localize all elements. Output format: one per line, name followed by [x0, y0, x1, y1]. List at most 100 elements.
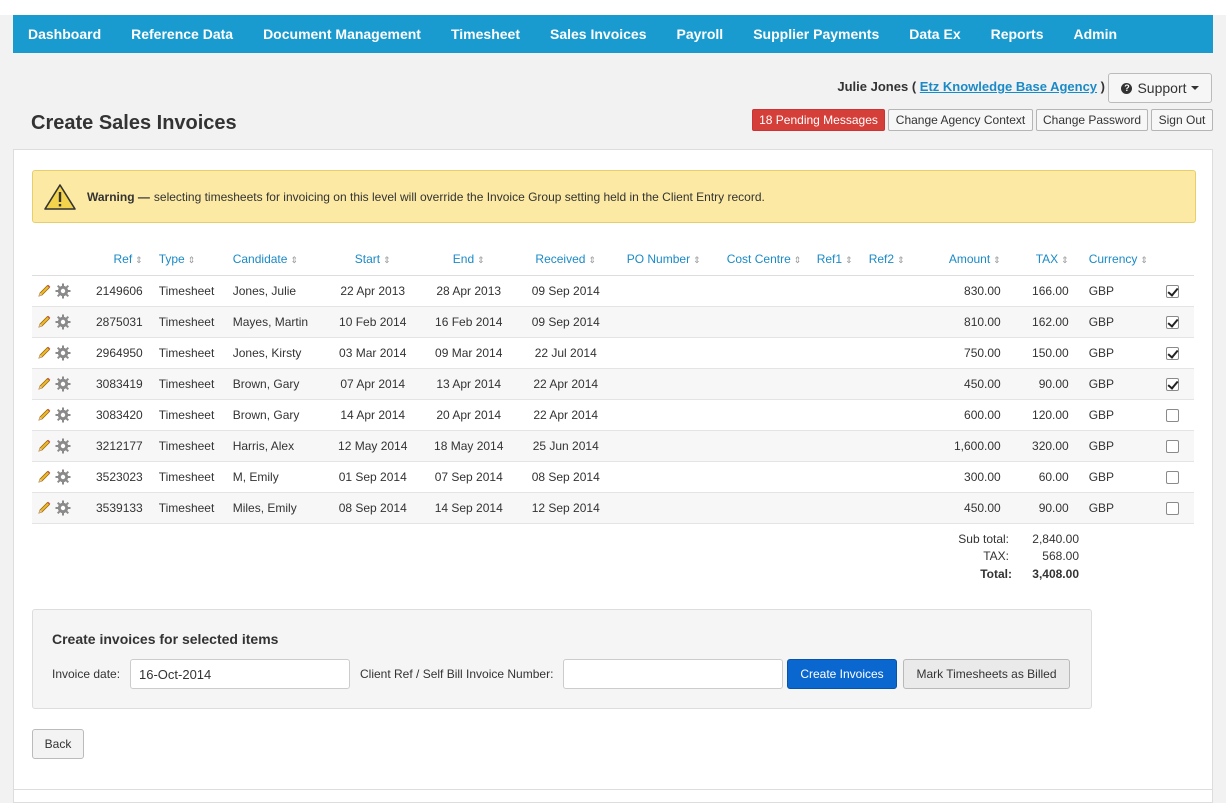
cell-amount: 750.00 [916, 337, 1005, 369]
select-checkbox[interactable] [1166, 315, 1180, 329]
cell-select [1151, 275, 1194, 307]
gear-icon[interactable] [54, 406, 72, 424]
cell-candidate: Harris, Alex [228, 430, 325, 462]
nav-reference-data[interactable]: Reference Data [131, 26, 233, 42]
change-agency-context-button[interactable]: Change Agency Context [888, 109, 1033, 131]
close-paren: ) [1100, 79, 1105, 94]
nav-data-ex[interactable]: Data Ex [909, 26, 960, 42]
sort-icon: ⇕ [588, 254, 596, 265]
col-ref1[interactable]: Ref1 ⇕ [812, 243, 865, 276]
cell-type: Timesheet [146, 399, 229, 431]
table-row: 3212177 Timesheet Harris, Alex 12 May 2014 1… [32, 430, 1194, 462]
subtotal-label: Sub total: [958, 532, 1009, 546]
select-checkbox[interactable] [1166, 408, 1180, 422]
pencil-icon[interactable] [36, 283, 52, 299]
gear-icon[interactable] [54, 375, 72, 393]
cell-ref1 [812, 337, 865, 369]
cell-start: 07 Apr 2014 [324, 368, 421, 400]
cell-currency: GBP [1072, 492, 1152, 524]
cell-ref1 [812, 430, 865, 462]
cell-ref1 [812, 461, 865, 493]
col-cost-centre[interactable]: Cost Centre ⇕ [714, 243, 813, 276]
cell-ref2 [864, 337, 917, 369]
cell-end: 28 Apr 2013 [420, 275, 517, 307]
change-password-button[interactable]: Change Password [1036, 109, 1148, 131]
grand-total-value: 3,408.00 [1032, 567, 1079, 581]
table-row: 3539133 Timesheet Miles, Emily 08 Sep 2014 1… [32, 492, 1194, 524]
col-ref[interactable]: Ref ⇕ [92, 243, 147, 276]
sort-icon: ⇕ [1061, 254, 1069, 265]
gear-icon[interactable] [54, 468, 72, 486]
select-checkbox[interactable] [1166, 377, 1180, 391]
pending-messages-button[interactable]: 18 Pending Messages [752, 109, 885, 131]
col-po-number[interactable]: PO Number ⇕ [614, 243, 715, 276]
pencil-icon[interactable] [36, 438, 52, 454]
cell-ref: 2875031 [92, 306, 147, 338]
invoice-date-input[interactable] [130, 659, 350, 689]
pencil-icon[interactable] [36, 314, 52, 330]
cell-cost-centre [714, 430, 813, 462]
create-invoices-button[interactable]: Create Invoices [787, 659, 897, 689]
cell-received: 12 Sep 2014 [516, 492, 615, 524]
cell-tax: 60.00 [1004, 461, 1073, 493]
nav-supplier-payments[interactable]: Supplier Payments [753, 26, 879, 42]
select-checkbox[interactable] [1166, 470, 1180, 484]
cell-select [1151, 492, 1194, 524]
nav-admin[interactable]: Admin [1074, 26, 1118, 42]
cell-ref1 [812, 368, 865, 400]
client-ref-input[interactable] [563, 659, 783, 689]
open-paren: ( [911, 79, 917, 94]
main-nav: Dashboard Reference Data Document Manage… [13, 15, 1213, 53]
nav-payroll[interactable]: Payroll [677, 26, 724, 42]
pencil-icon[interactable] [36, 376, 52, 392]
nav-timesheet[interactable]: Timesheet [451, 26, 520, 42]
agency-link[interactable]: Etz Knowledge Base Agency [920, 79, 1097, 94]
gear-icon[interactable] [54, 344, 72, 362]
cell-tax: 162.00 [1004, 306, 1073, 338]
pencil-icon[interactable] [36, 500, 52, 516]
cell-select [1151, 337, 1194, 369]
pencil-icon[interactable] [36, 345, 52, 361]
support-button[interactable]: ? Support [1108, 73, 1212, 103]
select-checkbox[interactable] [1166, 439, 1180, 453]
mark-billed-button[interactable]: Mark Timesheets as Billed [903, 659, 1070, 689]
cell-type: Timesheet [146, 492, 229, 524]
select-checkbox[interactable] [1166, 346, 1180, 360]
table-row: 3083420 Timesheet Brown, Gary 14 Apr 2014 20… [32, 399, 1194, 431]
col-tax[interactable]: TAX ⇕ [1004, 243, 1073, 276]
col-candidate[interactable]: Candidate ⇕ [228, 243, 325, 276]
back-button[interactable]: Back [32, 729, 84, 759]
col-start[interactable]: Start ⇕ [324, 243, 421, 276]
nav-dashboard[interactable]: Dashboard [28, 26, 101, 42]
table-row: 2875031 Timesheet Mayes, Martin 10 Feb 2014… [32, 306, 1194, 338]
cell-start: 01 Sep 2014 [324, 461, 421, 493]
pencil-icon[interactable] [36, 469, 52, 485]
nav-document-management[interactable]: Document Management [263, 26, 421, 42]
select-checkbox[interactable] [1166, 501, 1180, 515]
cell-tax: 90.00 [1004, 368, 1073, 400]
col-currency[interactable]: Currency ⇕ [1072, 243, 1152, 276]
pencil-icon[interactable] [36, 407, 52, 423]
gear-icon[interactable] [54, 499, 72, 517]
cell-select [1151, 461, 1194, 493]
cell-start: 12 May 2014 [324, 430, 421, 462]
subtotal-value: 2,840.00 [1032, 532, 1079, 546]
invoice-date-label: Invoice date: [52, 667, 121, 681]
sign-out-button[interactable]: Sign Out [1151, 109, 1213, 131]
row-actions [32, 368, 92, 400]
gear-icon[interactable] [54, 313, 72, 331]
cell-cost-centre [714, 368, 813, 400]
nav-sales-invoices[interactable]: Sales Invoices [550, 26, 647, 42]
col-amount[interactable]: Amount ⇕ [916, 243, 1005, 276]
col-received[interactable]: Received ⇕ [516, 243, 615, 276]
gear-icon[interactable] [54, 437, 72, 455]
col-type[interactable]: Type ⇕ [146, 243, 229, 276]
col-ref2[interactable]: Ref2 ⇕ [864, 243, 917, 276]
select-checkbox[interactable] [1166, 284, 1180, 298]
gear-icon[interactable] [54, 282, 72, 300]
col-end[interactable]: End ⇕ [420, 243, 517, 276]
cell-end: 13 Apr 2014 [420, 368, 517, 400]
nav-reports[interactable]: Reports [991, 26, 1044, 42]
cell-cost-centre [714, 337, 813, 369]
user-name: Julie Jones [837, 79, 909, 94]
